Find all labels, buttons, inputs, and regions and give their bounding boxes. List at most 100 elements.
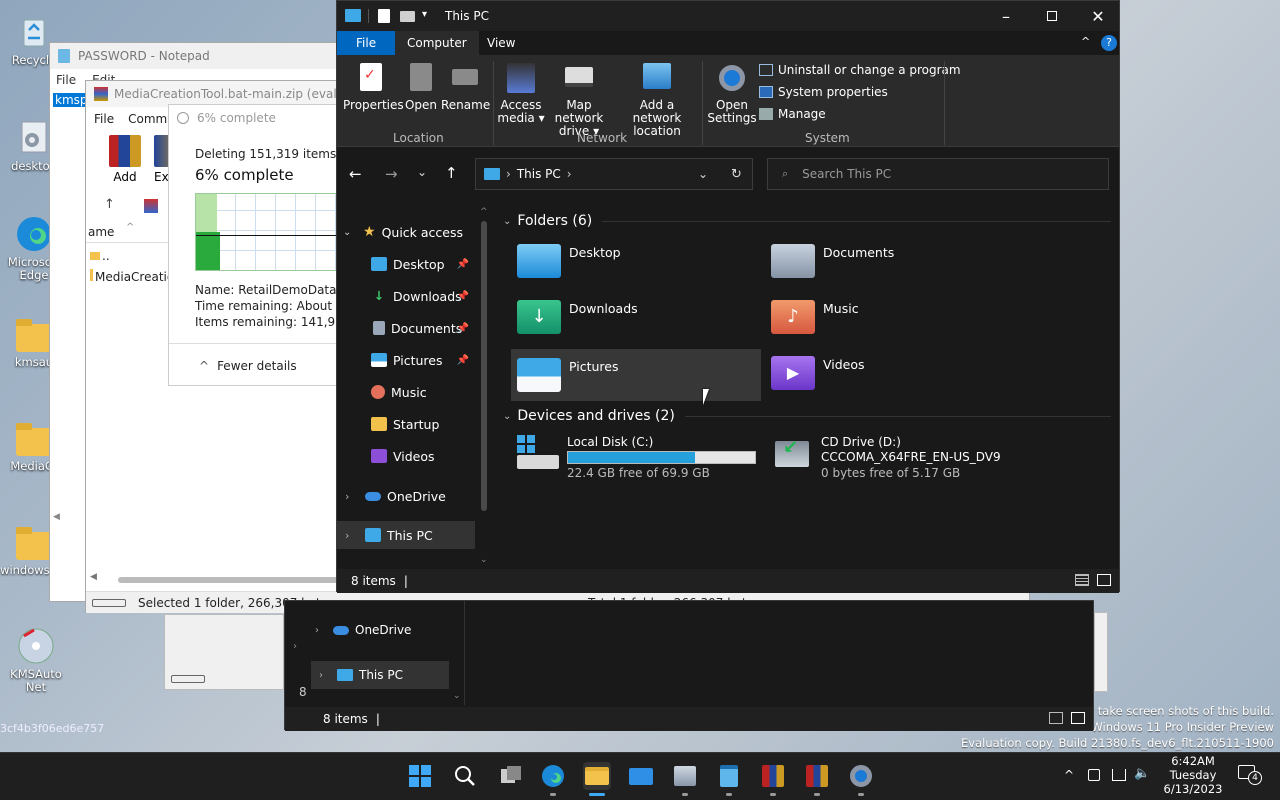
folder-tile-pictures[interactable]: Pictures [511, 349, 761, 401]
search-box[interactable]: ⌕ Search This PC [767, 158, 1109, 190]
notepad-scroll-arrow-icon[interactable]: ◀ [53, 512, 60, 522]
large-icons-view-icon[interactable] [1097, 574, 1111, 586]
task-view-button[interactable] [497, 762, 525, 790]
taskbar-app-control-panel[interactable] [671, 762, 699, 790]
back-scroll-down-icon[interactable]: ⌄ [453, 691, 461, 701]
nav-this-pc[interactable]: › This PC [337, 521, 475, 549]
nav-desktop[interactable]: Desktop 📌 [337, 249, 477, 279]
tab-computer[interactable]: Computer [395, 31, 479, 55]
ribbon-access-media-button[interactable]: Access media ▾ [497, 63, 545, 125]
tab-view[interactable]: View [475, 31, 527, 55]
ribbon-rename-button[interactable]: Rename [441, 63, 490, 112]
drives-group-header[interactable]: ⌄ Devices and drives (2) [503, 408, 1111, 424]
desktop-icon-kmsauto[interactable]: KMSAuto Net [2, 626, 70, 694]
ribbon-map-drive-button[interactable]: Map network drive ▾ [543, 63, 615, 138]
explorer-window-back[interactable]: › OneDrive › This PC 8 › ⌄ 8 items | [284, 600, 1094, 731]
ribbon-add-location-button[interactable]: Add a network location [617, 63, 697, 138]
folder-tile-music[interactable]: ♪ Music [765, 291, 1015, 343]
pin-icon[interactable]: 📌 [457, 323, 469, 334]
nav-downloads[interactable]: ↓ Downloads 📌 [337, 281, 477, 311]
start-button[interactable] [406, 762, 434, 790]
nav-onedrive[interactable]: › OneDrive [337, 481, 475, 511]
ribbon-uninstall-button[interactable]: Uninstall or change a program [759, 63, 961, 77]
volume-muted-icon[interactable]: 🔈 [1134, 766, 1150, 781]
ribbon-properties-button[interactable]: ✓ Properties [343, 63, 404, 112]
network-icon[interactable] [1112, 769, 1126, 781]
explorer-titlebar[interactable]: ▾ This PC – ✕ [337, 1, 1119, 31]
qat-dropdown-icon[interactable]: ▾ [422, 9, 427, 20]
pin-icon[interactable]: 📌 [457, 291, 469, 302]
pin-icon[interactable]: 📌 [457, 355, 469, 366]
tray-device-icon[interactable] [1088, 769, 1100, 781]
notepad-menu-file[interactable]: File [56, 73, 76, 87]
help-icon[interactable]: ? [1101, 35, 1117, 51]
winrar-hscrollbar[interactable]: ◀ [90, 572, 338, 585]
address-bar[interactable]: › This PC › ⌄ ↻ [475, 158, 753, 190]
qat-new-folder-icon[interactable] [400, 11, 415, 22]
qat-properties-icon[interactable] [378, 9, 390, 23]
navigation-pane[interactable]: ⌄ ★ Quick access Desktop 📌 ↓ Downloads 📌… [337, 201, 493, 569]
taskbar-settings[interactable] [847, 762, 875, 790]
explorer-window[interactable]: ▾ This PC – ✕ File Computer View ^ ? ✓ P… [336, 0, 1120, 593]
notepad-titlebar[interactable]: PASSWORD - Notepad [50, 43, 348, 69]
winrar-up-arrow-icon[interactable]: ↑ [104, 197, 115, 212]
close-button[interactable]: ✕ [1075, 1, 1121, 31]
ribbon-collapse-icon[interactable]: ^ [1081, 35, 1090, 48]
ribbon-system-properties-button[interactable]: System properties [759, 85, 888, 99]
progress-titlebar[interactable]: 6% complete [169, 105, 347, 131]
taskbar-file-explorer[interactable] [583, 762, 611, 790]
group-divider [684, 415, 1111, 417]
scroll-thumb[interactable] [481, 221, 487, 511]
nav-quick-access[interactable]: ⌄ ★ Quick access [337, 217, 475, 247]
folder-tile-downloads[interactable]: ↓ Downloads [511, 291, 761, 343]
taskbar-notepad[interactable] [715, 762, 743, 790]
back-nav-this-pc[interactable]: › This PC [311, 661, 449, 689]
nav-pictures[interactable]: Pictures 📌 [337, 345, 477, 375]
details-view-icon[interactable] [1075, 574, 1089, 586]
tab-file[interactable]: File [337, 31, 396, 55]
folder-tile-desktop[interactable]: Desktop [511, 235, 761, 287]
folders-group-header[interactable]: ⌄ Folders (6) [503, 213, 1111, 229]
taskbar-edge[interactable] [539, 762, 567, 790]
search-button[interactable] [451, 762, 479, 790]
tray-overflow-chevron-icon[interactable]: ^ [1064, 768, 1074, 782]
notepad-icon [58, 49, 70, 63]
breadcrumb-this-pc[interactable]: This PC [517, 167, 561, 181]
taskbar-winrar-2[interactable] [803, 762, 831, 790]
up-arrow-icon[interactable]: ↑ [445, 164, 458, 182]
drive-tile-c[interactable]: Local Disk (C:) 22.4 GB free of 69.9 GB [513, 431, 763, 483]
nav-music[interactable]: Music [337, 377, 475, 407]
nav-documents[interactable]: Documents 📌 [337, 313, 477, 343]
taskbar-winrar-1[interactable] [759, 762, 787, 790]
back-nav-onedrive[interactable]: › OneDrive [315, 623, 411, 637]
tray-clock[interactable]: 6:42AM Tuesday 6/13/2023 [1162, 754, 1224, 796]
folder-tile-documents[interactable]: Documents [765, 235, 1015, 287]
back-nav-onedrive-label: OneDrive [355, 623, 412, 637]
folder-tile-videos[interactable]: ▶ Videos [765, 347, 1015, 399]
ribbon-open-settings-button[interactable]: Open Settings [707, 63, 757, 125]
back-large-icons-view-icon[interactable] [1071, 712, 1085, 724]
notification-center-button[interactable]: 4 [1238, 765, 1262, 785]
nav-startup[interactable]: Startup [337, 409, 475, 439]
forward-arrow-icon[interactable]: → [385, 165, 398, 183]
drive-tile-d[interactable]: ↙ CD Drive (D:) CCCOMA_X64FRE_EN-US_DV9 … [769, 431, 1069, 483]
ribbon-manage-button[interactable]: Manage [759, 107, 826, 121]
winrar-menu-file[interactable]: File [94, 112, 114, 126]
ribbon-open-button[interactable]: Open [403, 63, 439, 112]
winrar-add-button[interactable]: Add [108, 135, 142, 184]
refresh-icon[interactable]: ↻ [731, 167, 742, 182]
back-details-view-icon[interactable] [1049, 712, 1063, 724]
delete-progress-dialog[interactable]: 6% complete Deleting 151,319 items from … [168, 104, 368, 386]
back-arrow-icon[interactable]: ← [349, 165, 362, 183]
scroll-thumb[interactable] [118, 577, 338, 583]
address-dropdown-icon[interactable]: ⌄ [698, 167, 708, 181]
nav-scrollbar[interactable]: ^ ⌄ [477, 207, 491, 569]
nav-videos[interactable]: Videos [337, 441, 475, 471]
taskbar-mail[interactable] [627, 762, 655, 790]
minimize-button[interactable]: – [983, 1, 1029, 31]
recent-dropdown-icon[interactable]: ⌄ [417, 165, 427, 179]
fewer-details-button[interactable]: ^ Fewer details [199, 359, 297, 373]
maximize-button[interactable] [1029, 1, 1075, 31]
winrar-row-up[interactable]: .. [90, 249, 110, 263]
pin-icon[interactable]: 📌 [457, 259, 469, 270]
